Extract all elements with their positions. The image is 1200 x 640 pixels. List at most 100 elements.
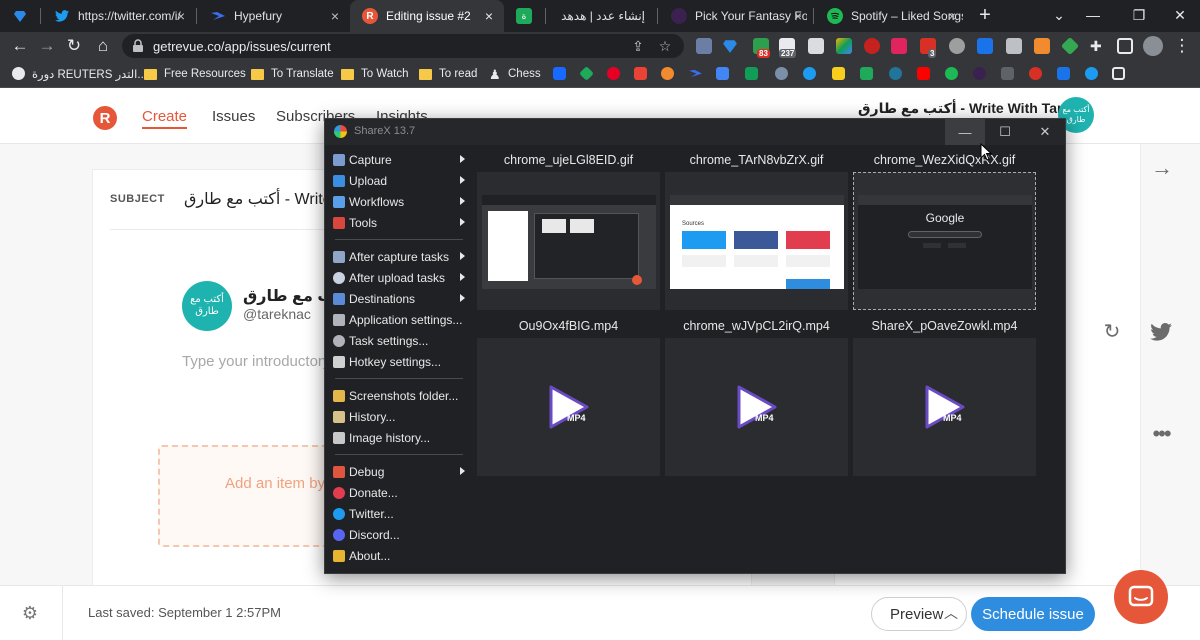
home-icon[interactable]: ⌂: [93, 36, 113, 56]
close-icon[interactable]: ×: [791, 9, 805, 23]
forward-arrow-icon[interactable]: →: [37, 36, 57, 56]
tab-editing-issue[interactable]: R Editing issue #2 ×: [350, 0, 504, 32]
reload-icon[interactable]: ↻: [64, 36, 84, 56]
publication-title[interactable]: أكتب مع طارق - Write With Tarek: [858, 100, 1078, 117]
bookmark-icon[interactable]: [1085, 67, 1098, 80]
preview-button[interactable]: Preview ︿: [871, 597, 967, 631]
puzzle-icon[interactable]: ✚: [1090, 38, 1106, 54]
thumbnail-item[interactable]: MP4: [665, 338, 848, 476]
menu-item-destinations[interactable]: Destinations: [333, 289, 467, 309]
close-window-button[interactable]: ✕: [1025, 119, 1065, 145]
close-icon[interactable]: ×: [945, 9, 959, 23]
address-bar[interactable]: getrevue.co/app/issues/current ⇪ ☆: [122, 34, 684, 58]
twitter-icon[interactable]: [1149, 323, 1173, 347]
play-icon[interactable]: [864, 38, 880, 54]
intro-input[interactable]: Type your introductory: [182, 353, 330, 370]
tab-twitter[interactable]: https://twitter.com/i/ ×: [42, 0, 196, 32]
close-window-button[interactable]: ✕: [1160, 0, 1200, 30]
chat-launcher-button[interactable]: [1114, 570, 1168, 624]
thumbnail-item[interactable]: MP4: [853, 338, 1036, 476]
menu-item-history[interactable]: History...: [333, 407, 467, 427]
minimize-window-button[interactable]: —: [945, 119, 985, 145]
tab-pinned[interactable]: [0, 0, 38, 32]
minimize-window-button[interactable]: —: [1070, 0, 1116, 30]
thumbnail-item-selected[interactable]: Google: [853, 172, 1036, 310]
thumbnail-item[interactable]: [477, 172, 660, 310]
diamond-icon[interactable]: [722, 38, 738, 54]
bookmark-icon[interactable]: [1001, 67, 1014, 80]
menu-item-screenshots-folder[interactable]: Screenshots folder...: [333, 386, 467, 406]
menu-item-hotkey-settings[interactable]: Hotkey settings...: [333, 352, 467, 372]
close-icon[interactable]: ×: [482, 9, 496, 23]
pinterest-icon[interactable]: [607, 67, 620, 80]
extension-icon[interactable]: [949, 38, 965, 54]
chart-icon[interactable]: [977, 38, 993, 54]
menu-item-donate[interactable]: Donate...: [333, 483, 467, 503]
bookmark-icon[interactable]: [579, 66, 594, 81]
trash-icon[interactable]: [1006, 38, 1022, 54]
more-vert-icon[interactable]: ⋮: [1172, 36, 1192, 56]
bookmark-icon[interactable]: [1029, 67, 1042, 80]
lock-icon[interactable]: [132, 39, 146, 53]
new-tab-button[interactable]: +: [975, 5, 995, 25]
menu-item-capture[interactable]: Capture: [333, 150, 467, 170]
star-icon[interactable]: ☆: [657, 38, 673, 54]
arrow-right-icon[interactable]: →: [1150, 155, 1174, 181]
sheets-icon[interactable]: [745, 67, 758, 80]
menu-item-after-capture-tasks[interactable]: After capture tasks: [333, 247, 467, 267]
nav-create[interactable]: Create: [142, 108, 188, 129]
extension-icon[interactable]: [696, 38, 712, 54]
revue-logo[interactable]: R: [93, 106, 117, 130]
bookmark-icon[interactable]: [1057, 67, 1070, 80]
gear-icon[interactable]: ⚙: [20, 603, 40, 623]
bookmark-reuters[interactable]: دورة REUTERS التدر...: [32, 66, 147, 82]
avatar[interactable]: [1143, 36, 1163, 56]
bookmark-folder-to-read[interactable]: To read: [419, 66, 477, 82]
back-arrow-icon[interactable]: ←: [10, 36, 30, 56]
wordpress-icon[interactable]: [889, 67, 902, 80]
nav-issues[interactable]: Issues: [212, 108, 255, 125]
sharex-titlebar[interactable]: ShareX 13.7 — ☐ ✕: [325, 119, 1065, 145]
more-icon[interactable]: •••: [1149, 421, 1173, 447]
tab-spotify[interactable]: Spotify – Liked Songs ×: [815, 0, 967, 32]
share-icon[interactable]: ⇪: [630, 38, 646, 54]
schedule-issue-button[interactable]: Schedule issue: [971, 597, 1095, 631]
menu-item-tools[interactable]: Tools: [333, 213, 467, 233]
close-icon[interactable]: ×: [174, 9, 188, 23]
check-icon[interactable]: [803, 67, 816, 80]
chevron-up-icon[interactable]: ︿: [944, 603, 958, 623]
tab-pinned-green[interactable]: ة: [504, 0, 544, 32]
extension-icon[interactable]: [808, 38, 824, 54]
menu-item-discord[interactable]: Discord...: [333, 525, 467, 545]
extension-icon[interactable]: [836, 38, 852, 54]
bookmark-chess[interactable]: ♟ Chess: [489, 66, 541, 82]
extension-icon[interactable]: [1060, 36, 1080, 56]
bookmark-icon[interactable]: [832, 67, 845, 80]
menu-item-image-history[interactable]: Image history...: [333, 428, 467, 448]
bookmark-folder-free-resources[interactable]: Free Resources: [144, 66, 246, 82]
behance-icon[interactable]: [553, 67, 566, 80]
spotify-icon[interactable]: [945, 67, 958, 80]
menu-item-debug[interactable]: Debug: [333, 462, 467, 482]
bookmark-icon[interactable]: [860, 67, 873, 80]
refresh-icon[interactable]: ↻: [1100, 319, 1124, 344]
menu-item-after-upload-tasks[interactable]: After upload tasks: [333, 268, 467, 288]
menu-item-upload[interactable]: Upload: [333, 171, 467, 191]
menu-item-twitter[interactable]: Twitter...: [333, 504, 467, 524]
restore-window-button[interactable]: ❐: [1116, 0, 1162, 30]
youtube-icon[interactable]: [917, 67, 930, 80]
menu-item-task-settings[interactable]: Task settings...: [333, 331, 467, 351]
tab-hudhud[interactable]: إنشاء عدد | هدهد: [547, 0, 657, 32]
maximize-window-button[interactable]: ☐: [985, 119, 1025, 145]
thumbnail-item[interactable]: MP4: [477, 338, 660, 476]
bookmark-icon[interactable]: [1112, 67, 1125, 80]
bookmark-icon[interactable]: [973, 67, 986, 80]
tab-hypefury[interactable]: Hypefury ×: [198, 0, 350, 32]
hypefury-icon[interactable]: [689, 67, 702, 80]
pocket-icon[interactable]: [891, 38, 907, 54]
sidebar-icon[interactable]: [1117, 38, 1133, 54]
close-icon[interactable]: ×: [328, 9, 342, 23]
bookmark-icon[interactable]: [661, 67, 674, 80]
thumbnail-item[interactable]: Sources: [665, 172, 848, 310]
gmail-icon[interactable]: [634, 67, 647, 80]
